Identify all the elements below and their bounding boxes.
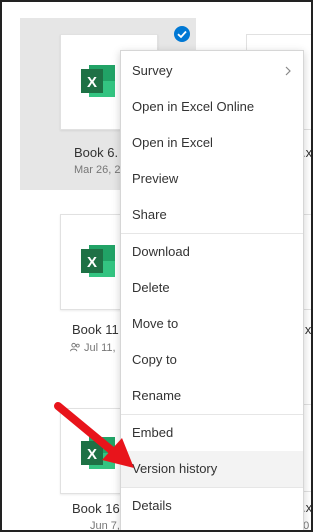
file-date: Jul 11, bbox=[84, 342, 116, 354]
context-menu: Survey Open in Excel Online Open in Exce… bbox=[120, 50, 304, 530]
chevron-right-icon bbox=[285, 66, 291, 76]
menu-item-survey[interactable]: Survey bbox=[121, 53, 303, 89]
menu-item-embed[interactable]: Embed bbox=[121, 415, 303, 451]
menu-item-rename[interactable]: Rename bbox=[121, 378, 303, 414]
menu-item-label: Survey bbox=[132, 63, 173, 78]
red-arrow-annotation bbox=[54, 402, 134, 468]
menu-item-open-in-excel[interactable]: Open in Excel bbox=[121, 125, 303, 161]
file-date: Mar 26, 2 bbox=[74, 164, 121, 176]
menu-item-version-history[interactable]: Version history bbox=[121, 451, 303, 487]
menu-item-share[interactable]: Share bbox=[121, 197, 303, 233]
svg-text:X: X bbox=[87, 254, 97, 271]
menu-item-copy-to[interactable]: Copy to bbox=[121, 342, 303, 378]
svg-text:X: X bbox=[87, 74, 97, 91]
menu-item-delete[interactable]: Delete bbox=[121, 270, 303, 306]
menu-item-details[interactable]: Details bbox=[121, 488, 303, 524]
file-name: Book 11 bbox=[72, 322, 119, 337]
menu-item-move-to[interactable]: Move to bbox=[121, 306, 303, 342]
excel-icon: X bbox=[81, 65, 115, 97]
excel-icon: X bbox=[81, 245, 115, 277]
selected-check-icon[interactable] bbox=[174, 26, 190, 42]
file-name: Book 6. bbox=[74, 145, 119, 160]
menu-item-open-in-excel-online[interactable]: Open in Excel Online bbox=[121, 89, 303, 125]
file-name: Book 16 bbox=[72, 501, 120, 516]
onedrive-file-grid: X Book 6. Mar 26, 2 X Book 11 Jul 11, X … bbox=[0, 0, 313, 532]
shared-people-icon bbox=[70, 342, 80, 352]
menu-item-preview[interactable]: Preview bbox=[121, 161, 303, 197]
menu-item-download[interactable]: Download bbox=[121, 234, 303, 270]
